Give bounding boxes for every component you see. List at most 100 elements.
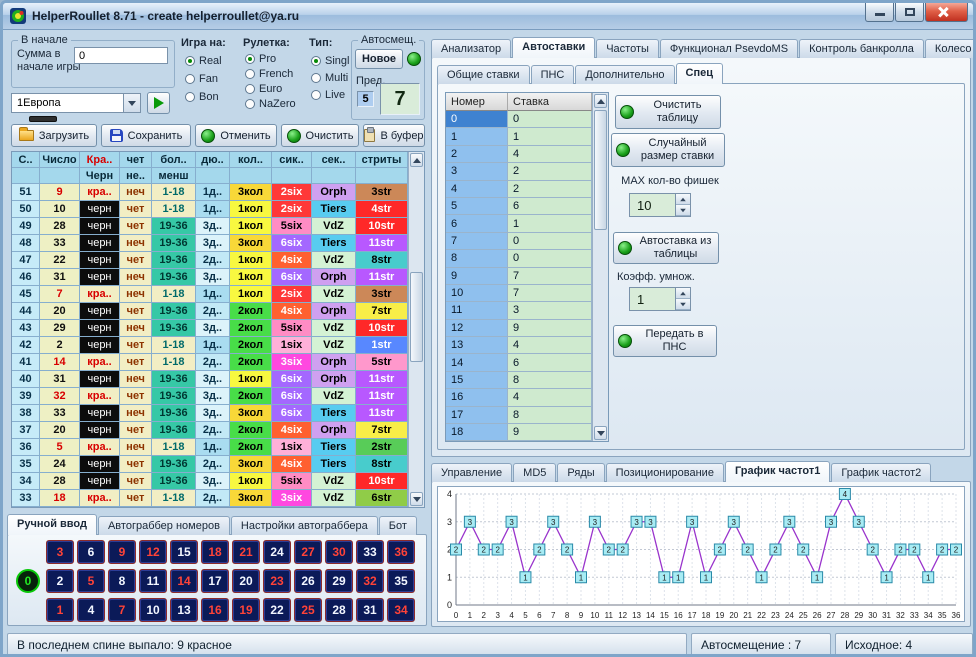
bets-tab-1[interactable]: ПНС xyxy=(531,65,575,84)
preset-select[interactable]: 1Европа xyxy=(11,93,141,113)
pad-number-7[interactable]: 7 xyxy=(108,598,136,622)
manual-tab-3[interactable]: Бот xyxy=(379,516,417,535)
chart-tab-1[interactable]: MD5 xyxy=(513,463,556,482)
pad-number-32[interactable]: 32 xyxy=(356,569,384,593)
history-row[interactable]: 365кра..неч1-181д..2кол1sixTiers2str xyxy=(12,439,408,456)
history-row[interactable]: 4114кра..чет1-182д..2кол3sixOrph5str xyxy=(12,354,408,371)
bet-row[interactable]: 146 xyxy=(446,354,592,371)
pad-number-35[interactable]: 35 xyxy=(387,569,415,593)
history-header-cell[interactable]: стриты xyxy=(356,152,408,168)
main-tab-1[interactable]: Автоставки xyxy=(512,37,595,58)
pad-number-10[interactable]: 10 xyxy=(139,598,167,622)
bet-row[interactable]: 70 xyxy=(446,233,592,250)
bet-row[interactable]: 164 xyxy=(446,389,592,406)
bet-row[interactable]: 80 xyxy=(446,250,592,267)
random-stake-button[interactable]: Случайный размер ставки xyxy=(611,133,725,167)
chart-tab-4[interactable]: График частот1 xyxy=(725,461,830,482)
type-radio-multi[interactable]: Multi xyxy=(311,72,348,84)
pad-number-30[interactable]: 30 xyxy=(325,540,353,564)
start-sum-input[interactable] xyxy=(74,47,168,64)
scroll-down-icon[interactable] xyxy=(594,426,607,440)
stepper-down-icon[interactable] xyxy=(676,205,690,216)
bets-tab-2[interactable]: Дополнительно xyxy=(575,65,674,84)
history-row[interactable]: 4928чернчет19-363д..1кол5sixVdZ10str xyxy=(12,218,408,235)
scroll-up-icon[interactable] xyxy=(594,94,607,108)
pad-number-29[interactable]: 29 xyxy=(325,569,353,593)
history-row[interactable]: 5010чернчет1-181д..1кол2sixTiers4str xyxy=(12,201,408,218)
history-row[interactable]: 422чернчет1-181д..2кол1sixVdZ1str xyxy=(12,337,408,354)
buffer-button[interactable]: В буфер xyxy=(363,124,425,147)
bet-row[interactable]: 97 xyxy=(446,268,592,285)
manual-tab-2[interactable]: Настройки автограббера xyxy=(231,516,378,535)
history-row[interactable]: 3318кра..чет1-182д..3кол3sixVdZ6str xyxy=(12,490,408,507)
game-radio-fan[interactable]: Fan xyxy=(185,73,218,85)
main-tab-5[interactable]: Колесо ру xyxy=(925,39,973,58)
bet-row[interactable]: 178 xyxy=(446,407,592,424)
send-to-pns-button[interactable]: Передать в ПНС xyxy=(613,325,717,357)
pad-number-11[interactable]: 11 xyxy=(139,569,167,593)
pad-number-20[interactable]: 20 xyxy=(232,569,260,593)
undo-button[interactable]: Отменить xyxy=(195,124,277,147)
roulette-radio-euro[interactable]: Euro xyxy=(245,83,282,95)
bet-row[interactable]: 24 xyxy=(446,146,592,163)
manual-tab-1[interactable]: Автограббер номеров xyxy=(98,516,230,535)
pad-number-15[interactable]: 15 xyxy=(170,540,198,564)
pad-number-33[interactable]: 33 xyxy=(356,540,384,564)
save-button[interactable]: Сохранить xyxy=(101,124,191,147)
pad-number-17[interactable]: 17 xyxy=(201,569,229,593)
pad-number-5[interactable]: 5 xyxy=(77,569,105,593)
roulette-radio-pro[interactable]: Pro xyxy=(245,53,276,65)
chevron-down-icon[interactable] xyxy=(123,94,140,112)
pad-number-36[interactable]: 36 xyxy=(387,540,415,564)
pad-number-21[interactable]: 21 xyxy=(232,540,260,564)
history-header-cell[interactable]: сик.. xyxy=(272,152,312,168)
pad-number-6[interactable]: 6 xyxy=(77,540,105,564)
pad-number-4[interactable]: 4 xyxy=(77,598,105,622)
coeff-stepper[interactable]: 1 xyxy=(629,287,691,311)
pad-number-31[interactable]: 31 xyxy=(356,598,384,622)
pad-number-8[interactable]: 8 xyxy=(108,569,136,593)
game-radio-real[interactable]: Real xyxy=(185,55,222,67)
pad-number-0[interactable]: 0 xyxy=(16,569,40,593)
autobet-from-table-button[interactable]: Автоставка из таблицы xyxy=(613,232,719,264)
history-row[interactable]: 3932кра..чет19-363д..2кол6sixVdZ11str xyxy=(12,388,408,405)
scroll-up-icon[interactable] xyxy=(410,153,423,167)
main-tab-4[interactable]: Контроль банкролла xyxy=(799,39,924,58)
chart-tab-3[interactable]: Позиционирование xyxy=(606,463,724,482)
close-button[interactable] xyxy=(925,3,968,22)
history-row[interactable]: 3833черннеч19-363д..3кол6sixTiers11str xyxy=(12,405,408,422)
pad-number-25[interactable]: 25 xyxy=(294,598,322,622)
bet-row[interactable]: 113 xyxy=(446,302,592,319)
pad-number-24[interactable]: 24 xyxy=(263,540,291,564)
pad-number-3[interactable]: 3 xyxy=(46,540,74,564)
pad-number-34[interactable]: 34 xyxy=(387,598,415,622)
bet-row[interactable]: 107 xyxy=(446,285,592,302)
history-row[interactable]: 3428чернчет19-363д..1кол5sixVdZ10str xyxy=(12,473,408,490)
type-radio-live[interactable]: Live xyxy=(311,89,345,101)
load-button[interactable]: Загрузить xyxy=(11,124,97,147)
pad-number-9[interactable]: 9 xyxy=(108,540,136,564)
history-row[interactable]: 4833черннеч19-363д..3кол6sixTiers11str xyxy=(12,235,408,252)
main-tab-2[interactable]: Частоты xyxy=(596,39,659,58)
history-header-cell[interactable]: Кра.. xyxy=(80,152,120,168)
history-row[interactable]: 4420чернчет19-362д..2кол4sixOrph7str xyxy=(12,303,408,320)
pad-number-22[interactable]: 22 xyxy=(263,598,291,622)
game-radio-bon[interactable]: Bon xyxy=(185,91,219,103)
splitter-button[interactable] xyxy=(29,116,57,122)
chart-tab-5[interactable]: График частот2 xyxy=(831,463,931,482)
bet-row[interactable]: 129 xyxy=(446,320,592,337)
history-row[interactable]: 4329черннеч19-363д..2кол5sixVdZ10str xyxy=(12,320,408,337)
bet-row[interactable]: 00 xyxy=(446,111,592,128)
scrollbar-thumb[interactable] xyxy=(410,272,423,362)
clear-button[interactable]: Очистить xyxy=(281,124,359,147)
maximize-button[interactable] xyxy=(895,3,924,22)
history-row[interactable]: 3524чернчет19-362д..3кол4sixTiers8str xyxy=(12,456,408,473)
clear-bet-table-button[interactable]: Очистить таблицу xyxy=(615,95,721,129)
bets-tab-3[interactable]: Спец xyxy=(676,63,723,84)
pad-number-1[interactable]: 1 xyxy=(46,598,74,622)
bet-row[interactable]: 42 xyxy=(446,181,592,198)
pad-number-23[interactable]: 23 xyxy=(263,569,291,593)
pad-number-2[interactable]: 2 xyxy=(46,569,74,593)
bets-tab-0[interactable]: Общие ставки xyxy=(437,65,530,84)
bet-row[interactable]: 158 xyxy=(446,372,592,389)
